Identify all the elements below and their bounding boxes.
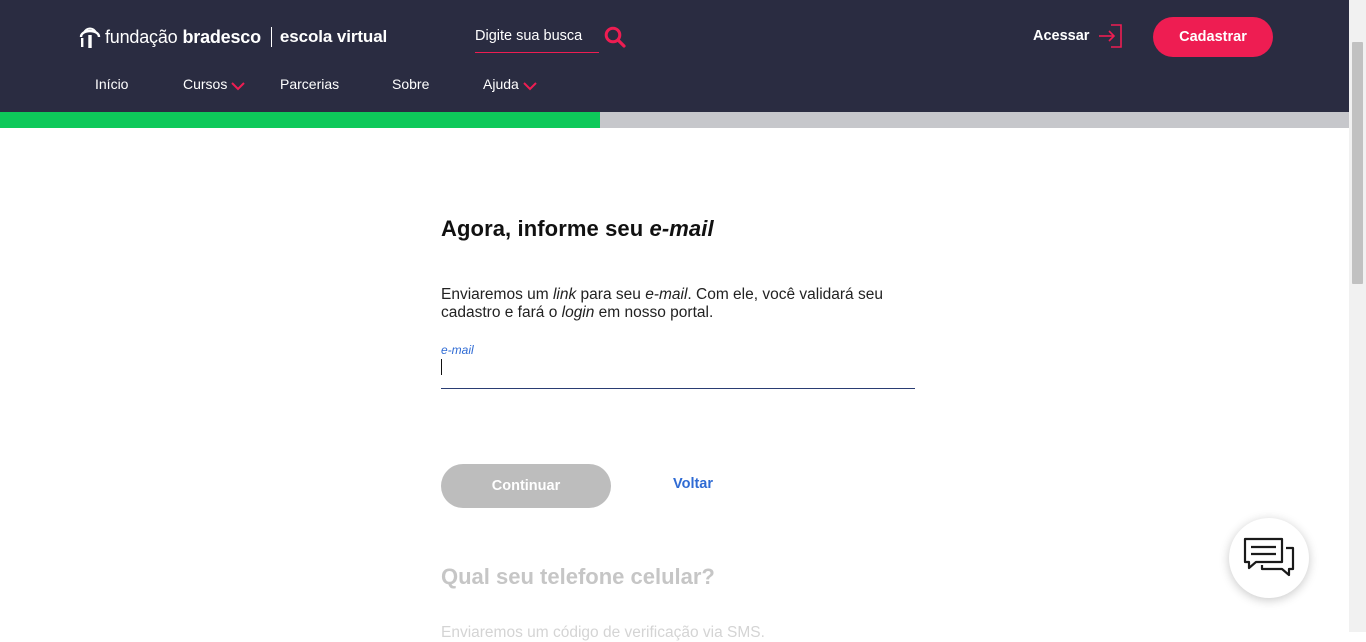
email-field-label: e-mail <box>441 343 474 357</box>
logo-fundacao: fundação <box>105 26 178 47</box>
phone-step-title: Qual seu telefone celular? <box>441 564 715 589</box>
continue-button[interactable]: Continuar <box>441 464 611 508</box>
nav-item-inicio[interactable]: Início <box>95 76 128 92</box>
search-icon[interactable] <box>604 26 626 48</box>
register-button[interactable]: Cadastrar <box>1153 17 1273 57</box>
nav-item-cursos[interactable]: Cursos <box>183 76 246 92</box>
nav-item-label: Início <box>95 76 129 92</box>
logo[interactable]: fundação bradesco escola virtual <box>78 22 387 52</box>
logo-divider <box>270 27 272 47</box>
nav-item-label: Cursos <box>183 76 228 92</box>
search-input[interactable] <box>475 24 599 48</box>
search-box <box>475 24 599 53</box>
nav-item-label: Ajuda <box>483 76 519 92</box>
text-caret <box>441 359 442 375</box>
nav-item-label: Parcerias <box>280 76 340 92</box>
page-scrollbar[interactable] <box>1349 0 1366 632</box>
chevron-down-icon <box>231 81 246 90</box>
nav-item-sobre[interactable]: Sobre <box>392 76 429 92</box>
page-title: Agora, informe seu e-mail <box>441 216 714 241</box>
site-header: fundação bradesco escola virtual Acessar… <box>0 0 1349 112</box>
bradesco-tree-icon <box>79 27 101 48</box>
phone-step-description: Enviaremos um código de verificação via … <box>441 624 765 641</box>
logo-escola-virtual: escola virtual <box>279 27 388 46</box>
scrollbar-thumb[interactable] <box>1352 42 1363 284</box>
email-field[interactable] <box>441 364 915 389</box>
login-link[interactable]: Acessar <box>1033 22 1125 50</box>
back-link[interactable]: Voltar <box>673 476 713 492</box>
chat-bubbles-icon <box>1243 537 1295 577</box>
nav-item-label: Sobre <box>392 76 430 92</box>
signup-progress-bar <box>0 112 1349 128</box>
email-step-description: Enviaremos um link para seu e-mail. Com … <box>441 286 883 321</box>
nav-item-ajuda[interactable]: Ajuda <box>483 76 537 92</box>
progress-fill <box>0 112 601 128</box>
logo-bradesco: bradesco <box>182 26 261 47</box>
chevron-down-icon <box>523 81 537 90</box>
login-door-icon <box>1099 24 1123 48</box>
main-nav: Início Cursos Parcerias Sobre Ajuda <box>0 76 700 96</box>
email-step: Agora, informe seu e-mail Enviaremos um … <box>441 216 915 389</box>
login-label: Acessar <box>1033 28 1090 44</box>
nav-item-parcerias[interactable]: Parcerias <box>280 76 339 92</box>
chat-button[interactable] <box>1229 518 1309 598</box>
